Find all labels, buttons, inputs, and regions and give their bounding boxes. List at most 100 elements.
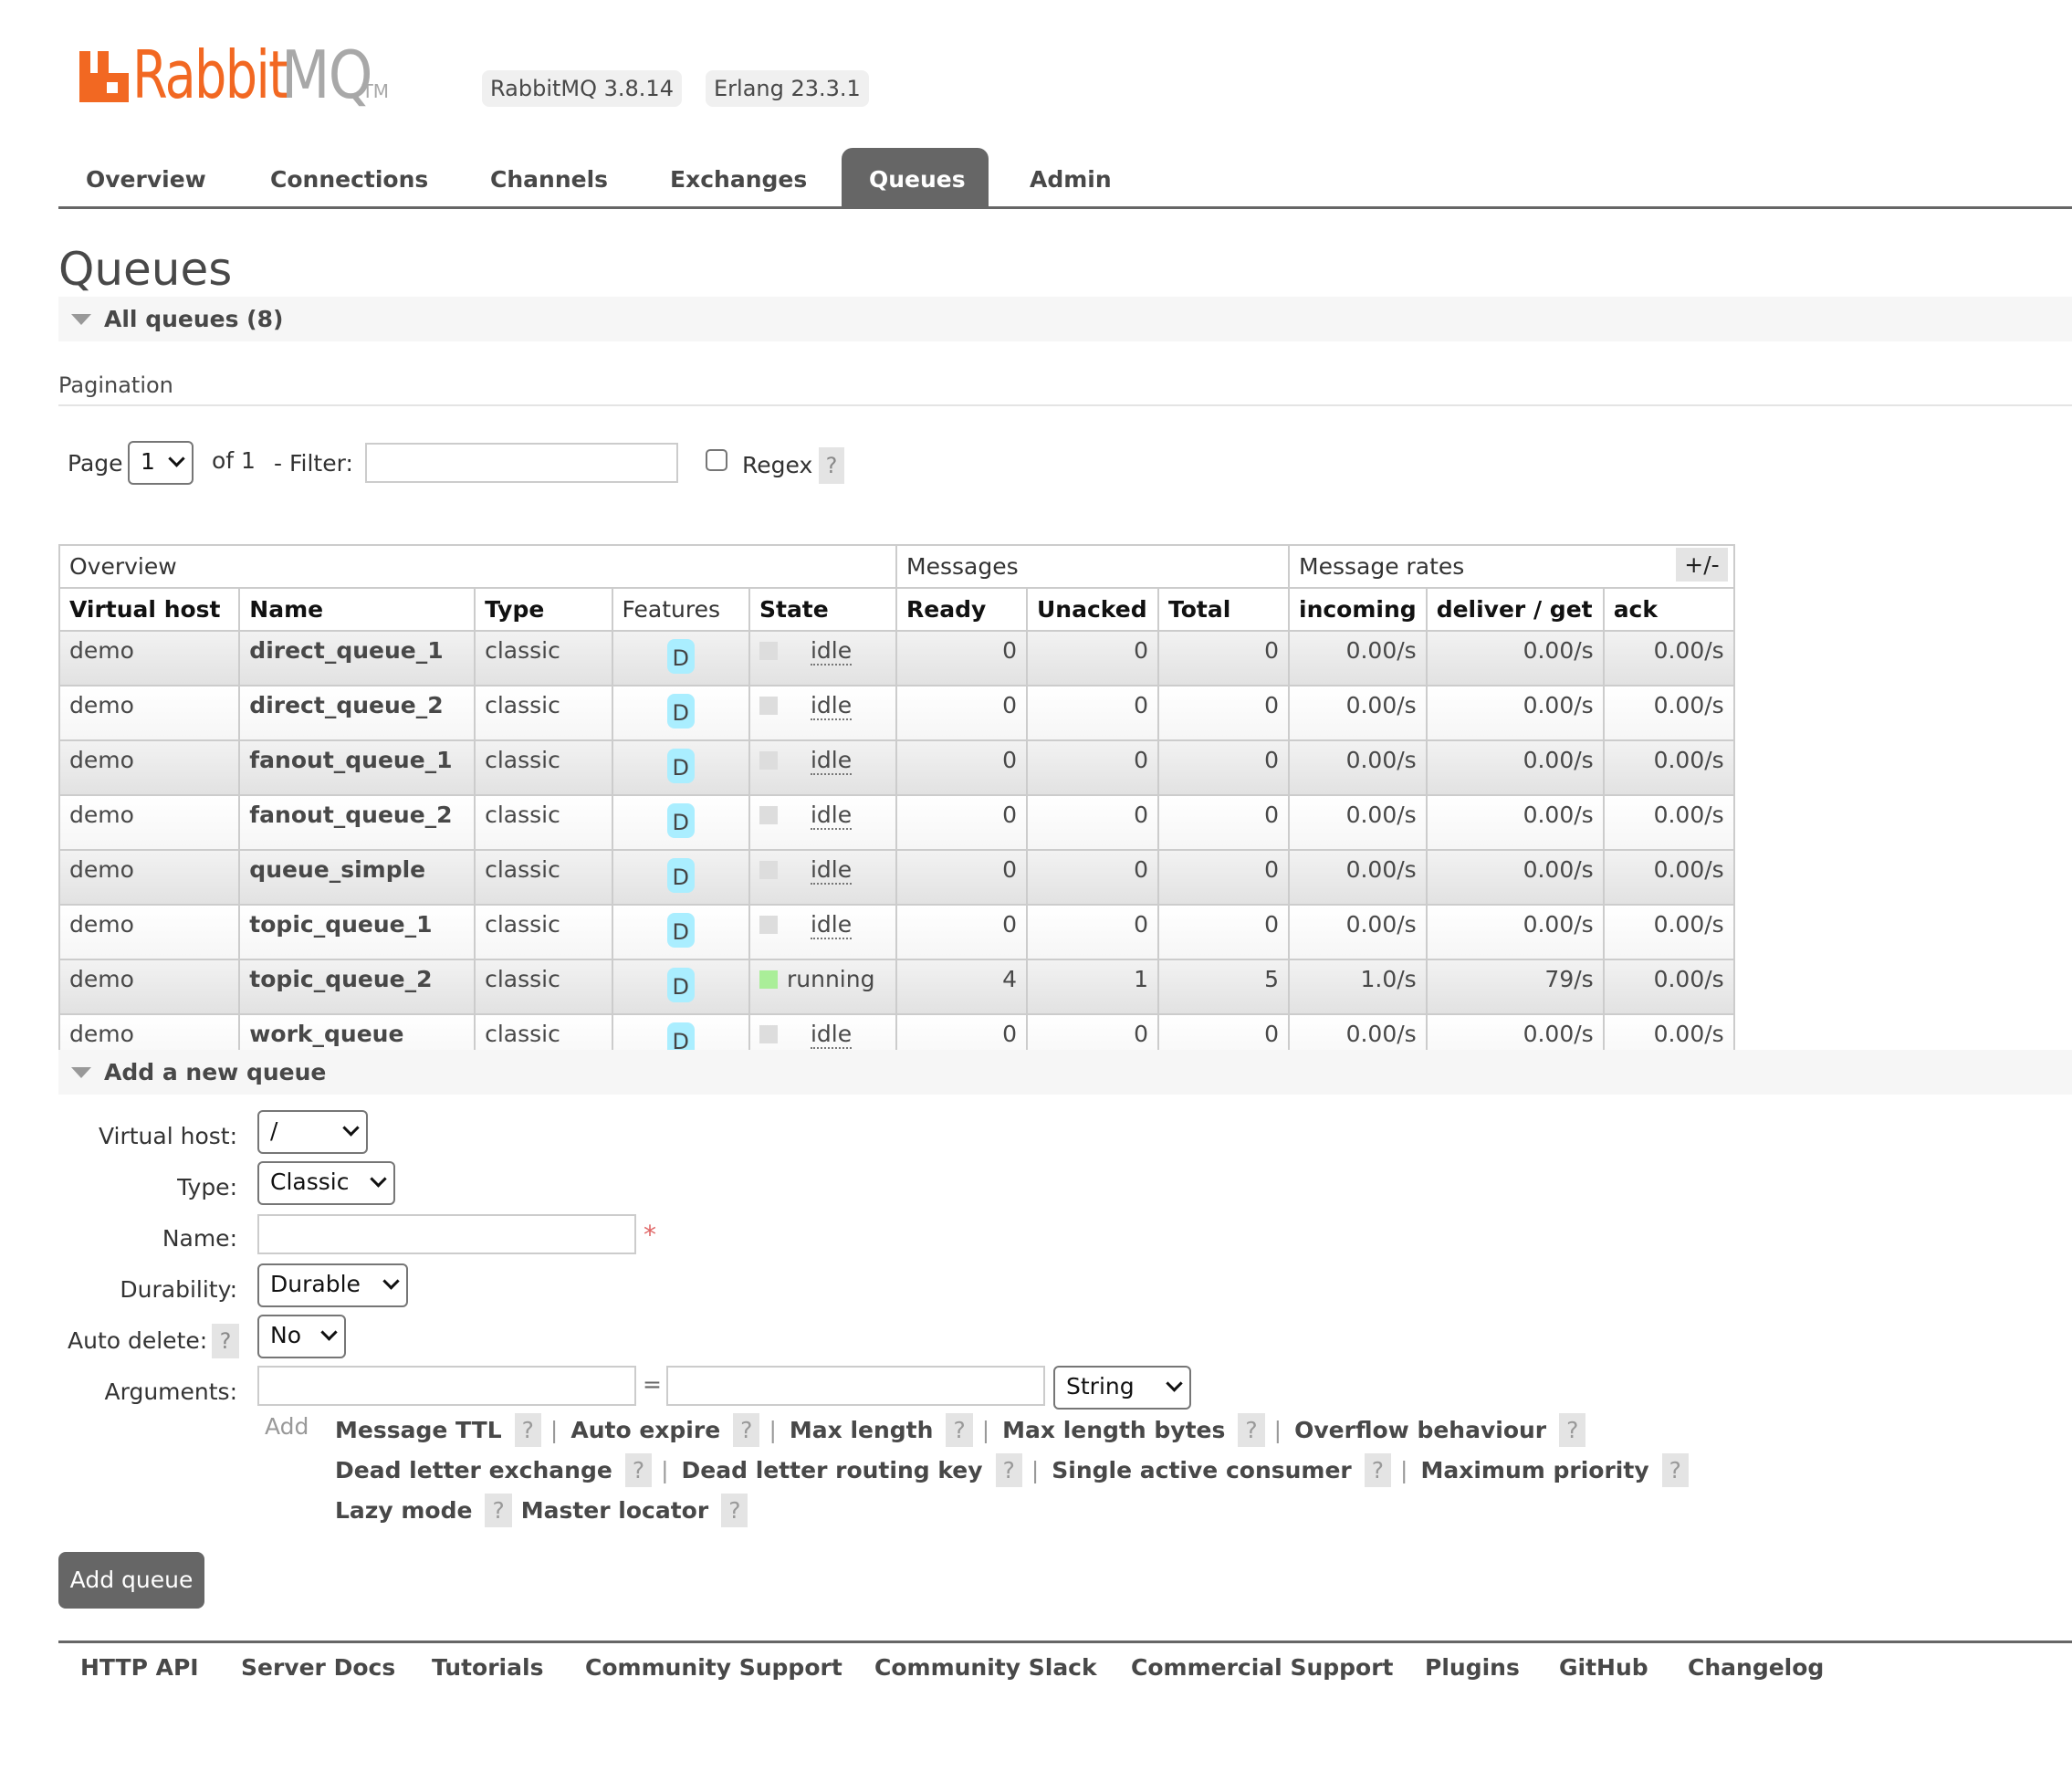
auto-delete-value: No <box>270 1322 301 1348</box>
cell-queue-name[interactable]: topic_queue_1 <box>238 904 476 960</box>
add-queue-section-toggle[interactable]: Add a new queue <box>58 1050 2072 1095</box>
queue-row: demo direct_queue_2 classic Didle 0 0 0 0.00/s 0… <box>58 685 1735 741</box>
regex-checkbox[interactable] <box>706 449 727 471</box>
regex-help-icon[interactable]: ? <box>819 447 844 484</box>
column-header-total[interactable]: Total <box>1157 587 1290 632</box>
tab-admin[interactable]: Admin <box>1002 148 1139 206</box>
separator: | <box>549 1417 559 1443</box>
argument-help-icon[interactable]: ? <box>1559 1413 1586 1447</box>
auto-delete-label: Auto delete: <box>68 1327 208 1354</box>
logo-word-mq: MQ <box>280 37 372 113</box>
page-label: Page <box>68 450 123 477</box>
column-header-name[interactable]: Name <box>238 587 476 632</box>
column-header-deliver-get[interactable]: deliver / get <box>1425 587 1605 632</box>
toggle-columns-button[interactable]: +/- <box>1676 548 1728 582</box>
argument-shortcut-link[interactable]: Overflow behaviour <box>1294 1417 1546 1443</box>
argument-value-input[interactable] <box>666 1366 1045 1406</box>
cell-incoming-rate: 0.00/s <box>1288 685 1428 741</box>
footer-link-commercial-support[interactable]: Commercial Support <box>1131 1654 1394 1681</box>
cell-features: D <box>611 739 750 796</box>
footer-link-http-api[interactable]: HTTP API <box>80 1654 199 1681</box>
cell-type: classic <box>474 794 613 851</box>
cell-virtual-host: demo <box>58 904 241 960</box>
column-header-type[interactable]: Type <box>474 587 613 632</box>
argument-shortcut-link[interactable]: Single active consumer <box>1052 1457 1351 1483</box>
argument-shortcut-link[interactable]: Master locator <box>521 1497 708 1524</box>
argument-help-icon[interactable]: ? <box>485 1494 512 1527</box>
queue-type-select[interactable]: Classic <box>257 1161 395 1205</box>
argument-shortcut-link[interactable]: Maximum priority <box>1420 1457 1648 1483</box>
argument-help-icon[interactable]: ? <box>514 1413 541 1447</box>
tab-overview[interactable]: Overview <box>58 148 234 206</box>
cell-incoming-rate: 0.00/s <box>1288 739 1428 796</box>
argument-shortcut-link[interactable]: Auto expire <box>570 1417 720 1443</box>
argument-shortcut-link[interactable]: Message TTL <box>335 1417 502 1443</box>
argument-shortcut-link[interactable]: Dead letter routing key <box>682 1457 983 1483</box>
footer-link-server-docs[interactable]: Server Docs <box>241 1654 395 1681</box>
add-argument-label: Add <box>265 1413 309 1440</box>
column-header-ack[interactable]: ack <box>1602 587 1735 632</box>
argument-key-input[interactable] <box>257 1366 636 1406</box>
argument-help-icon[interactable]: ? <box>1238 1413 1265 1447</box>
cell-queue-name[interactable]: topic_queue_2 <box>238 959 476 1015</box>
argument-help-icon[interactable]: ? <box>624 1453 653 1487</box>
footer-link-tutorials[interactable]: Tutorials <box>432 1654 543 1681</box>
column-header-unacked[interactable]: Unacked <box>1026 587 1159 632</box>
cell-type: classic <box>474 630 613 687</box>
filter-input[interactable] <box>365 443 678 483</box>
tab-connections[interactable]: Connections <box>243 148 455 206</box>
argument-help-icon[interactable]: ? <box>995 1453 1022 1487</box>
footer-link-community-support[interactable]: Community Support <box>585 1654 842 1681</box>
argument-type-select[interactable]: String <box>1053 1366 1191 1410</box>
column-header-incoming[interactable]: incoming <box>1288 587 1428 632</box>
cell-queue-name[interactable]: queue_simple <box>238 849 476 906</box>
page-select[interactable]: 1 <box>128 441 194 485</box>
cell-unacked: 0 <box>1026 685 1159 741</box>
argument-help-icon[interactable]: ? <box>1364 1453 1392 1487</box>
column-header-ready[interactable]: Ready <box>895 587 1028 632</box>
auto-delete-help-icon[interactable]: ? <box>212 1324 239 1358</box>
argument-help-icon[interactable]: ? <box>733 1413 760 1447</box>
cell-total: 0 <box>1157 849 1290 906</box>
footer-link-changelog[interactable]: Changelog <box>1688 1654 1824 1681</box>
auto-delete-select[interactable]: No <box>257 1315 346 1358</box>
cell-ready: 4 <box>895 959 1028 1015</box>
cell-queue-name[interactable]: fanout_queue_2 <box>238 794 476 851</box>
column-header-virtual-host[interactable]: Virtual host <box>58 587 241 632</box>
cell-incoming-rate: 0.00/s <box>1288 849 1428 906</box>
cell-queue-name[interactable]: fanout_queue_1 <box>238 739 476 796</box>
virtual-host-select[interactable]: / <box>257 1110 368 1154</box>
add-queue-button[interactable]: Add queue <box>58 1552 204 1609</box>
argument-type-value: String <box>1066 1373 1135 1399</box>
argument-shortcut-link[interactable]: Dead letter exchange <box>335 1457 612 1483</box>
argument-help-icon[interactable]: ? <box>721 1494 748 1527</box>
tab-channels[interactable]: Channels <box>463 148 635 206</box>
argument-help-icon[interactable]: ? <box>946 1413 973 1447</box>
chevron-down-icon <box>370 1170 387 1188</box>
name-label: Name: <box>162 1225 237 1252</box>
argument-shortcut-link[interactable]: Max length bytes <box>1002 1417 1225 1443</box>
footer-link-plugins[interactable]: Plugins <box>1425 1654 1520 1681</box>
argument-shortcut-link[interactable]: Max length <box>790 1417 934 1443</box>
argument-shortcut-link[interactable]: Lazy mode <box>335 1497 472 1524</box>
cell-queue-name[interactable]: direct_queue_2 <box>238 685 476 741</box>
state-indicator-icon <box>759 751 778 770</box>
collapse-triangle-icon <box>71 314 91 325</box>
cell-ack-rate: 0.00/s <box>1602 904 1735 960</box>
footer-link-github[interactable]: GitHub <box>1559 1654 1648 1681</box>
footer-link-community-slack[interactable]: Community Slack <box>874 1654 1097 1681</box>
column-header-state[interactable]: State <box>748 587 898 632</box>
cell-deliver-get-rate: 0.00/s <box>1425 904 1605 960</box>
column-header-features: Features <box>611 587 750 632</box>
all-queues-section-toggle[interactable]: All queues (8) <box>58 297 2072 341</box>
erlang-version-badge: Erlang 23.3.1 <box>706 70 869 107</box>
cell-queue-name[interactable]: direct_queue_1 <box>238 630 476 687</box>
tab-queues[interactable]: Queues <box>842 148 989 206</box>
durability-select[interactable]: Durable <box>257 1263 408 1307</box>
pagination-heading: Pagination <box>58 372 173 398</box>
argument-help-icon[interactable]: ? <box>1661 1453 1689 1487</box>
queue-name-input[interactable] <box>257 1214 636 1254</box>
tab-exchanges[interactable]: Exchanges <box>643 148 834 206</box>
cell-features: D <box>611 630 750 687</box>
cell-unacked: 0 <box>1026 904 1159 960</box>
